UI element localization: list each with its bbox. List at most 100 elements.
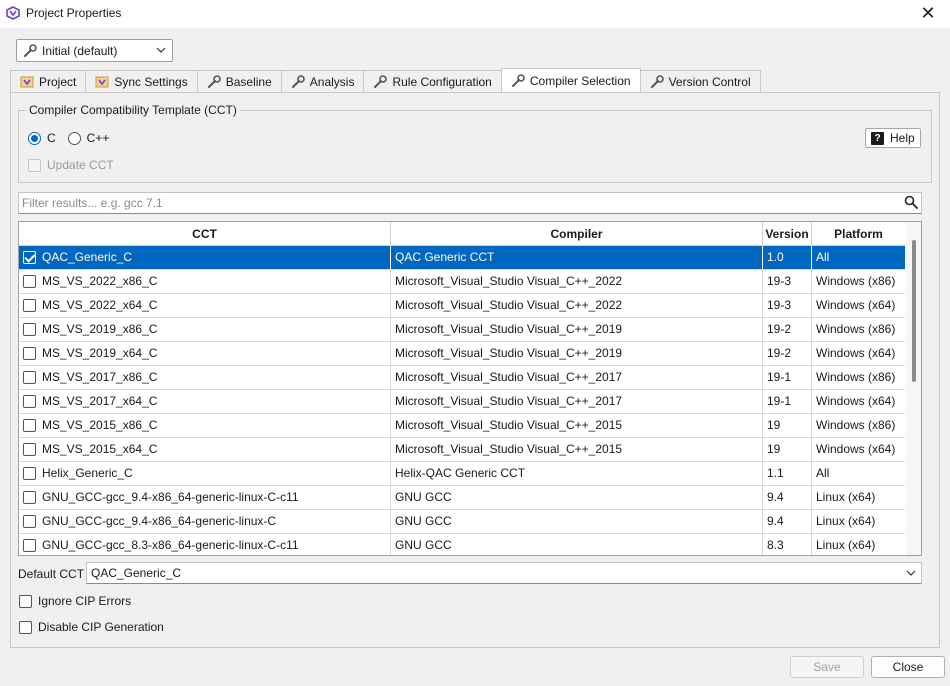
disable-cip-generation-checkbox[interactable] xyxy=(19,620,32,634)
version-cell: 19-1 xyxy=(763,390,812,413)
wrench-icon xyxy=(291,74,305,88)
tab-baseline[interactable]: Baseline xyxy=(196,70,282,92)
compiler-cell: GNU GCC xyxy=(391,486,763,509)
row-checkbox[interactable] xyxy=(23,419,36,432)
tab-version-control[interactable]: Version Control xyxy=(639,70,761,92)
platform-cell: Windows (x86) xyxy=(816,322,896,336)
update-cct-checkbox xyxy=(28,158,41,172)
table-row[interactable]: MS_VS_2019_x86_C Microsoft_Visual_Studio … xyxy=(19,318,905,342)
row-checkbox[interactable] xyxy=(23,299,36,312)
tab-label: Project xyxy=(39,74,77,89)
filter-placeholder: Filter results... e.g. gcc 7.1 xyxy=(22,196,163,210)
tab-sync-settings[interactable]: Sync Settings xyxy=(85,70,198,92)
version-cell: 19-1 xyxy=(763,366,812,389)
cct-cell: MS_VS_2019_x64_C xyxy=(19,342,391,365)
table-row[interactable]: MS_VS_2015_x64_C Microsoft_Visual_Studio … xyxy=(19,438,905,462)
platform-cell: Linux (x64) xyxy=(816,490,876,504)
default-cct-dropdown[interactable]: QAC_Generic_C xyxy=(86,562,922,584)
tab-analysis[interactable]: Analysis xyxy=(280,70,365,92)
column-header-version[interactable]: Version xyxy=(763,222,812,246)
cct-cell: MS_VS_2015_x64_C xyxy=(19,438,391,461)
compiler-cell: Microsoft_Visual_Studio Visual_C++_2022 xyxy=(391,294,763,317)
configuration-dropdown[interactable]: Initial (default) xyxy=(16,39,173,62)
compiler-cell: Microsoft_Visual_Studio Visual_C++_2017 xyxy=(391,366,763,389)
compiler-cell: Microsoft_Visual_Studio Visual_C++_2019 xyxy=(391,318,763,341)
cct-cell: QAC_Generic_C xyxy=(19,246,391,269)
update-cct-label: Update CCT xyxy=(47,158,114,172)
row-checkbox[interactable] xyxy=(23,275,36,288)
table-row[interactable]: GNU_GCC-gcc_9.4-x86_64-generic-linux-C GN… xyxy=(19,510,905,534)
row-checkbox[interactable] xyxy=(23,491,36,504)
version-cell: 9.4 xyxy=(763,510,812,533)
default-cct-label: Default CCT xyxy=(18,567,85,581)
cct-name: MS_VS_2017_x64_C xyxy=(42,394,158,408)
cct-cell: MS_VS_2017_x86_C xyxy=(19,366,391,389)
title-bar: Project Properties ✕ xyxy=(0,0,950,28)
language-radio-group: C C++ xyxy=(28,131,121,145)
cct-cell: GNU_GCC-gcc_9.4-x86_64-generic-linux-C xyxy=(19,510,391,533)
radio-c[interactable] xyxy=(28,131,41,145)
column-header-compiler[interactable]: Compiler xyxy=(391,222,763,246)
version-cell: 1.1 xyxy=(763,462,812,485)
column-header-cct[interactable]: CCT xyxy=(19,222,391,246)
disable-cip-generation-label[interactable]: Disable CIP Generation xyxy=(38,620,164,634)
table-row[interactable]: MS_VS_2022_x64_C Microsoft_Visual_Studio … xyxy=(19,294,905,318)
cct-name: MS_VS_2015_x86_C xyxy=(42,418,158,432)
vertical-scrollbar[interactable] xyxy=(906,222,921,555)
platform-cell: Windows (x64) xyxy=(816,298,896,312)
ignore-cip-errors-option[interactable]: Ignore CIP Errors xyxy=(19,594,131,608)
radio-cpp[interactable] xyxy=(67,131,81,145)
column-header-platform[interactable]: Platform xyxy=(812,222,905,246)
disable-cip-generation-option[interactable]: Disable CIP Generation xyxy=(19,620,164,634)
tab-compiler-selection[interactable]: Compiler Selection xyxy=(500,68,641,92)
platform-cell: Windows (x64) xyxy=(816,394,896,408)
tab-project[interactable]: Project xyxy=(10,70,87,92)
close-button[interactable]: Close xyxy=(871,656,945,678)
table-row[interactable]: MS_VS_2017_x86_C Microsoft_Visual_Studio … xyxy=(19,366,905,390)
window-close-icon[interactable]: ✕ xyxy=(918,3,938,23)
compiler-cell: Microsoft_Visual_Studio Visual_C++_2015 xyxy=(391,414,763,437)
tab-label: Rule Configuration xyxy=(392,74,492,89)
save-button: Save xyxy=(790,656,864,678)
table-row[interactable]: MS_VS_2019_x64_C Microsoft_Visual_Studio … xyxy=(19,342,905,366)
ignore-cip-errors-checkbox[interactable] xyxy=(19,594,32,608)
radio-cpp-label[interactable]: C++ xyxy=(87,131,110,145)
cct-cell: MS_VS_2017_x64_C xyxy=(19,390,391,413)
compiler-cell: Helix-QAC Generic CCT xyxy=(391,462,763,485)
row-checkbox[interactable] xyxy=(23,347,36,360)
row-checkbox[interactable] xyxy=(23,443,36,456)
row-checkbox[interactable] xyxy=(23,251,36,264)
table-row[interactable]: GNU_GCC-gcc_9.4-x86_64-generic-linux-C-c… xyxy=(19,486,905,510)
radio-c-label[interactable]: C xyxy=(47,131,56,145)
table-row[interactable]: MS_VS_2022_x86_C Microsoft_Visual_Studio … xyxy=(19,270,905,294)
table-row[interactable]: MS_VS_2015_x86_C Microsoft_Visual_Studio … xyxy=(19,414,905,438)
table-row[interactable]: GNU_GCC-gcc_8.3-x86_64-generic-linux-C-c… xyxy=(19,534,905,555)
tab-label: Version Control xyxy=(668,74,751,89)
wrench-icon xyxy=(24,43,37,57)
row-checkbox[interactable] xyxy=(23,371,36,384)
search-icon[interactable] xyxy=(904,195,918,209)
help-button[interactable]: ? Help xyxy=(865,128,921,148)
tab-rule-configuration[interactable]: Rule Configuration xyxy=(363,70,502,92)
ignore-cip-errors-label[interactable]: Ignore CIP Errors xyxy=(38,594,131,608)
scrollbar-thumb[interactable] xyxy=(912,240,916,382)
table-row[interactable]: MS_VS_2017_x64_C Microsoft_Visual_Studio … xyxy=(19,390,905,414)
row-checkbox[interactable] xyxy=(23,539,36,552)
table-header: CCT Compiler Version Platform xyxy=(19,222,905,246)
cct-name: Helix_Generic_C xyxy=(42,466,133,480)
version-cell: 19-2 xyxy=(763,342,812,365)
row-checkbox[interactable] xyxy=(23,515,36,528)
row-checkbox[interactable] xyxy=(23,323,36,336)
window-title: Project Properties xyxy=(26,6,122,20)
configuration-value: Initial (default) xyxy=(42,43,118,58)
version-cell: 19-3 xyxy=(763,294,812,317)
row-checkbox[interactable] xyxy=(23,395,36,408)
filter-input[interactable]: Filter results... e.g. gcc 7.1 xyxy=(18,192,922,214)
platform-cell: Windows (x86) xyxy=(816,274,896,288)
row-checkbox[interactable] xyxy=(23,467,36,480)
cct-cell: MS_VS_2022_x86_C xyxy=(19,270,391,293)
tab-bar: Project Sync Settings Baseline Analysis … xyxy=(10,68,761,92)
table-row[interactable]: QAC_Generic_C QAC Generic CCT 1.0 All xyxy=(19,246,905,270)
cct-table: CCT Compiler Version Platform QAC_Generi… xyxy=(18,221,922,556)
table-row[interactable]: Helix_Generic_C Helix-QAC Generic CCT 1.1 A… xyxy=(19,462,905,486)
